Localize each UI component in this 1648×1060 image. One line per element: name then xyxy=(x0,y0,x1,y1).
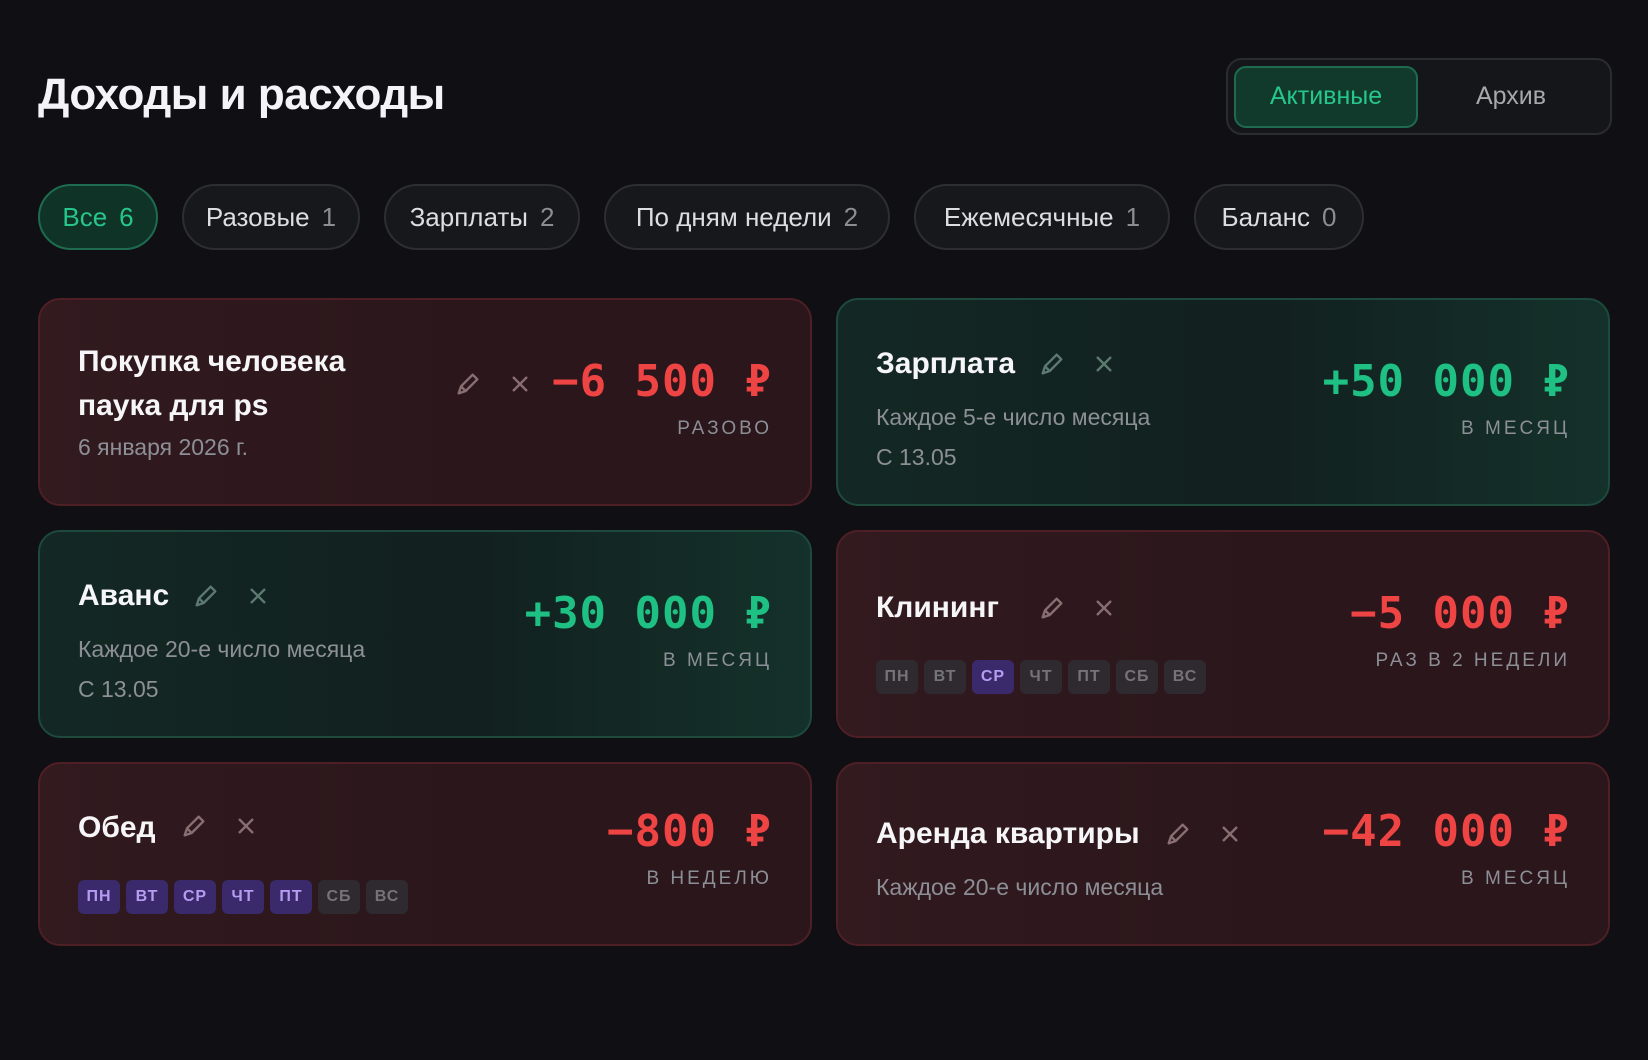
card-title: Клининг xyxy=(876,591,999,624)
card-frequency: В МЕСЯЦ xyxy=(1461,418,1570,439)
filter-chip-count: 1 xyxy=(321,201,337,232)
filter-chip-all[interactable]: Все 6 xyxy=(38,184,158,250)
filter-chip-label: Баланс xyxy=(1221,201,1311,232)
weekday-sun[interactable]: ВС xyxy=(366,880,408,914)
card-frequency: В НЕДЕЛЮ xyxy=(646,868,772,889)
card-amount: −6 500 ₽ xyxy=(552,356,772,407)
pencil-icon[interactable] xyxy=(1038,594,1066,622)
weekday-selector: ПН ВТ СР ЧТ ПТ СБ ВС xyxy=(78,880,408,914)
card-schedule: Каждое 20-е число месяца xyxy=(876,874,1164,900)
tab-active[interactable]: Активные xyxy=(1234,65,1418,128)
filter-chip-label: Все xyxy=(62,201,108,232)
card-since: С 13.05 xyxy=(78,676,159,702)
transaction-card[interactable]: Обед ПН ВТ СР ЧТ ПТ СБ ВС −800 ₽ В НЕДЕЛ… xyxy=(38,762,812,946)
card-frequency: В МЕСЯЦ xyxy=(1461,868,1570,889)
filter-chip-monthly[interactable]: Ежемесячные 1 xyxy=(914,184,1170,250)
weekday-fri[interactable]: ПТ xyxy=(1068,660,1110,694)
weekday-tue[interactable]: ВТ xyxy=(924,660,966,694)
card-date: 6 января 2026 г. xyxy=(78,434,248,460)
weekday-mon[interactable]: ПН xyxy=(78,880,120,914)
card-title: Зарплата xyxy=(876,347,1016,380)
filter-chip-balance[interactable]: Баланс 0 xyxy=(1194,184,1364,250)
filter-chip-one-time[interactable]: Разовые 1 xyxy=(182,184,360,250)
filter-chip-salaries[interactable]: Зарплаты 2 xyxy=(384,184,580,250)
weekday-thu[interactable]: ЧТ xyxy=(222,880,264,914)
weekday-mon[interactable]: ПН xyxy=(876,660,918,694)
transaction-card[interactable]: Аренда квартиры Каждое 20-е число месяца… xyxy=(836,762,1610,946)
weekday-wed[interactable]: СР xyxy=(174,880,216,914)
filter-chip-label: Ежемесячные xyxy=(943,201,1114,232)
transaction-card[interactable]: Аванс Каждое 20-е число месяца С 13.05 +… xyxy=(38,530,812,738)
filter-chip-label: Зарплаты xyxy=(409,201,528,232)
pencil-icon[interactable] xyxy=(454,370,482,398)
page-title: Доходы и расходы xyxy=(38,70,445,119)
filter-chip-label: По дням недели xyxy=(635,201,832,232)
close-icon[interactable] xyxy=(244,582,272,610)
card-title: Покупка человека паука для ps xyxy=(78,345,346,422)
card-schedule: Каждое 20-е число месяца xyxy=(78,636,366,662)
weekday-sat[interactable]: СБ xyxy=(1116,660,1158,694)
card-amount: +50 000 ₽ xyxy=(1322,356,1570,407)
filter-chip-count: 1 xyxy=(1125,201,1141,232)
card-frequency: РАЗОВО xyxy=(677,418,772,439)
card-frequency: В МЕСЯЦ xyxy=(663,650,772,671)
close-icon[interactable] xyxy=(1090,594,1118,622)
filter-chip-label: Разовые xyxy=(205,201,310,232)
card-amount: −42 000 ₽ xyxy=(1322,806,1570,857)
close-icon[interactable] xyxy=(232,812,260,840)
filter-chip-count: 6 xyxy=(119,201,134,232)
weekday-selector: ПН ВТ СР ЧТ ПТ СБ ВС xyxy=(876,660,1206,694)
filter-chip-weekdays[interactable]: По дням недели 2 xyxy=(604,184,890,250)
weekday-sun[interactable]: ВС xyxy=(1164,660,1206,694)
card-title: Аренда квартиры xyxy=(876,817,1140,850)
transaction-card[interactable]: Зарплата Каждое 5-е число месяца С 13.05… xyxy=(836,298,1610,506)
card-title: Аванс xyxy=(78,579,170,612)
mode-switch: Активные Архив xyxy=(1226,58,1612,135)
card-schedule: Каждое 5-е число месяца xyxy=(876,404,1151,430)
transaction-card[interactable]: Покупка человека паука для ps 6 января 2… xyxy=(38,298,812,506)
weekday-wed[interactable]: СР xyxy=(972,660,1014,694)
weekday-fri[interactable]: ПТ xyxy=(270,880,312,914)
filter-chip-count: 2 xyxy=(843,201,859,232)
card-frequency: РАЗ В 2 НЕДЕЛИ xyxy=(1375,650,1570,671)
card-since: С 13.05 xyxy=(876,444,957,470)
pencil-icon[interactable] xyxy=(1038,350,1066,378)
card-title: Обед xyxy=(78,811,156,844)
card-amount: −5 000 ₽ xyxy=(1350,588,1570,639)
transaction-card[interactable]: Клининг ПН ВТ СР ЧТ ПТ СБ ВС −5 000 ₽ РА… xyxy=(836,530,1610,738)
pencil-icon[interactable] xyxy=(180,812,208,840)
card-amount: +30 000 ₽ xyxy=(524,588,772,639)
weekday-tue[interactable]: ВТ xyxy=(126,880,168,914)
weekday-thu[interactable]: ЧТ xyxy=(1020,660,1062,694)
filter-chip-count: 0 xyxy=(1322,201,1337,232)
card-amount: −800 ₽ xyxy=(607,806,772,857)
close-icon[interactable] xyxy=(1090,350,1118,378)
close-icon[interactable] xyxy=(506,370,534,398)
filter-chip-count: 2 xyxy=(539,201,555,232)
pencil-icon[interactable] xyxy=(192,582,220,610)
pencil-icon[interactable] xyxy=(1164,820,1192,848)
close-icon[interactable] xyxy=(1216,820,1244,848)
weekday-sat[interactable]: СБ xyxy=(318,880,360,914)
tab-archive[interactable]: Архив xyxy=(1418,66,1604,128)
